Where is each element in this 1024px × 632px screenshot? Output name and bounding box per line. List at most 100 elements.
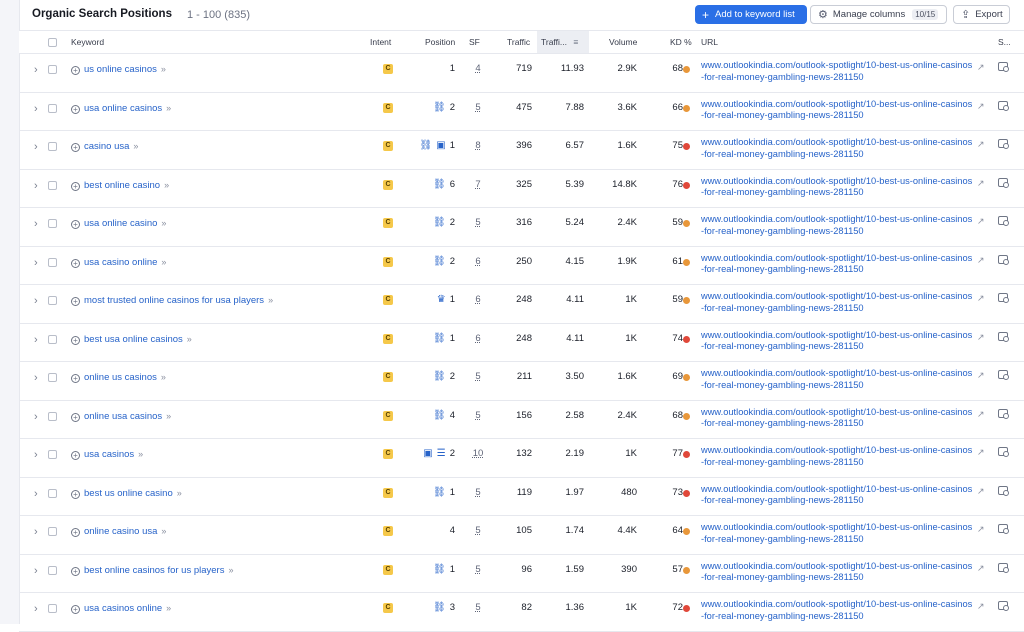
keyword-link[interactable]: + best us online casino » (71, 478, 182, 509)
serp-snapshot-icon[interactable] (998, 370, 1009, 380)
keyword-details-icon[interactable]: » (187, 334, 192, 344)
url-link[interactable]: www.outlookindia.com/outlook-spotlight/1… (701, 599, 975, 622)
expand-row-chevron-icon[interactable]: › (34, 565, 38, 577)
add-keyword-icon[interactable]: + (71, 143, 80, 152)
row-checkbox[interactable] (48, 103, 57, 113)
column-header-sf[interactable]: SF (469, 31, 480, 53)
serp-snapshot-icon[interactable] (998, 293, 1009, 303)
column-header-serp[interactable]: S... (998, 31, 1011, 53)
external-link-icon[interactable]: ↗ (977, 447, 985, 458)
column-header-volume[interactable]: Volume (609, 31, 637, 53)
serp-snapshot-icon[interactable] (998, 562, 1009, 573)
expand-row-chevron-icon[interactable]: › (34, 257, 38, 269)
expand-row-chevron-icon[interactable]: › (34, 411, 38, 423)
row-checkbox[interactable] (48, 257, 57, 267)
serp-features-count[interactable]: 7 (472, 170, 484, 200)
keyword-link[interactable]: + online us casinos » (71, 362, 166, 393)
keyword-link[interactable]: + usa casinos online» (71, 593, 171, 624)
keyword-details-icon[interactable]: » (161, 526, 166, 536)
keyword-link[interactable]: + usa online casinos» (71, 93, 171, 124)
keyword-link[interactable]: + usa online casino» (71, 208, 166, 239)
row-checkbox[interactable] (48, 604, 57, 613)
keyword-details-icon[interactable]: » (177, 488, 182, 498)
external-link-icon[interactable]: ↗ (977, 101, 985, 112)
column-header-traffic-percent[interactable]: Traffi... ≡ (537, 31, 589, 53)
expand-row-chevron-icon[interactable]: › (34, 218, 38, 230)
expand-row-chevron-icon[interactable]: › (34, 603, 38, 615)
serp-snapshot-icon[interactable] (998, 331, 1009, 342)
serp-features-count[interactable]: 6 (472, 247, 484, 277)
external-link-icon[interactable]: ↗ (977, 216, 985, 227)
add-keyword-icon[interactable]: + (71, 374, 80, 383)
column-header-intent[interactable]: Intent (370, 31, 391, 53)
external-link-icon[interactable]: ↗ (977, 255, 985, 266)
row-checkbox[interactable] (48, 450, 57, 459)
expand-row-chevron-icon[interactable]: › (34, 103, 38, 115)
keyword-link[interactable]: + best usa online casinos » (71, 324, 192, 355)
add-keyword-icon[interactable]: + (71, 489, 80, 499)
keyword-details-icon[interactable]: » (166, 411, 171, 421)
expand-row-chevron-icon[interactable]: › (34, 295, 38, 307)
row-checkbox[interactable] (48, 65, 57, 74)
expand-row-chevron-icon[interactable]: › (34, 141, 38, 153)
add-to-keyword-list-button[interactable]: + Add to keyword list (695, 5, 807, 24)
keyword-link[interactable]: + casino usa» (71, 131, 138, 162)
url-link[interactable]: www.outlookindia.com/outlook-spotlight/1… (701, 484, 975, 507)
expand-row-chevron-icon[interactable]: › (34, 526, 38, 538)
keyword-link[interactable]: + best online casinos for us players» (71, 555, 233, 586)
serp-features-count[interactable]: 5 (472, 555, 484, 585)
serp-features-count[interactable]: 5 (472, 93, 484, 123)
keyword-link[interactable]: + us online casinos » (71, 54, 166, 85)
serp-snapshot-icon[interactable] (998, 524, 1009, 534)
column-header-keyword[interactable]: Keyword (71, 31, 104, 53)
expand-row-chevron-icon[interactable]: › (34, 449, 38, 461)
keyword-link[interactable]: + online usa casinos» (71, 401, 171, 432)
keyword-details-icon[interactable]: » (164, 180, 169, 190)
column-header-url[interactable]: URL (701, 31, 718, 53)
url-link[interactable]: www.outlookindia.com/outlook-spotlight/1… (701, 291, 975, 314)
row-checkbox[interactable] (48, 488, 57, 498)
serp-features-count[interactable]: 10 (472, 439, 484, 469)
keyword-details-icon[interactable]: » (161, 218, 166, 228)
url-link[interactable]: www.outlookindia.com/outlook-spotlight/1… (701, 407, 975, 430)
url-link[interactable]: www.outlookindia.com/outlook-spotlight/1… (701, 561, 975, 584)
url-link[interactable]: www.outlookindia.com/outlook-spotlight/1… (701, 522, 975, 545)
row-checkbox[interactable] (48, 142, 57, 151)
keyword-details-icon[interactable]: » (166, 103, 171, 113)
expand-row-chevron-icon[interactable]: › (34, 372, 38, 384)
serp-snapshot-icon[interactable] (998, 139, 1009, 149)
keyword-link[interactable]: + best online casino» (71, 170, 169, 201)
add-keyword-icon[interactable]: + (71, 181, 80, 191)
serp-features-count[interactable]: 5 (472, 208, 484, 238)
external-link-icon[interactable]: ↗ (977, 62, 985, 73)
serp-snapshot-icon[interactable] (998, 177, 1009, 188)
keyword-details-icon[interactable]: » (161, 64, 166, 74)
expand-row-chevron-icon[interactable]: › (34, 180, 38, 192)
keyword-details-icon[interactable]: » (161, 372, 166, 382)
keyword-details-icon[interactable]: » (133, 141, 138, 151)
keyword-link[interactable]: + usa casino online» (71, 247, 166, 278)
url-link[interactable]: www.outlookindia.com/outlook-spotlight/1… (701, 368, 975, 391)
keyword-details-icon[interactable]: » (166, 603, 171, 613)
keyword-details-icon[interactable]: » (161, 257, 166, 267)
add-keyword-icon[interactable]: + (71, 528, 80, 537)
row-checkbox[interactable] (48, 219, 57, 228)
row-checkbox[interactable] (48, 334, 57, 344)
column-header-traffic[interactable]: Traffic (507, 31, 530, 53)
add-keyword-icon[interactable]: + (71, 566, 80, 576)
external-link-icon[interactable]: ↗ (977, 524, 985, 535)
keyword-details-icon[interactable]: » (228, 565, 233, 575)
external-link-icon[interactable]: ↗ (977, 139, 985, 150)
expand-row-chevron-icon[interactable]: › (34, 64, 38, 76)
serp-features-count[interactable]: 6 (472, 324, 484, 354)
external-link-icon[interactable]: ↗ (977, 178, 985, 189)
row-checkbox[interactable] (48, 180, 57, 190)
url-link[interactable]: www.outlookindia.com/outlook-spotlight/1… (701, 330, 975, 353)
serp-snapshot-icon[interactable] (998, 254, 1009, 265)
external-link-icon[interactable]: ↗ (977, 563, 985, 574)
url-link[interactable]: www.outlookindia.com/outlook-spotlight/1… (701, 60, 975, 83)
serp-features-count[interactable]: 5 (472, 593, 484, 623)
serp-features-count[interactable]: 5 (472, 401, 484, 431)
add-keyword-icon[interactable]: + (71, 104, 80, 114)
serp-features-count[interactable]: 4 (472, 54, 484, 84)
